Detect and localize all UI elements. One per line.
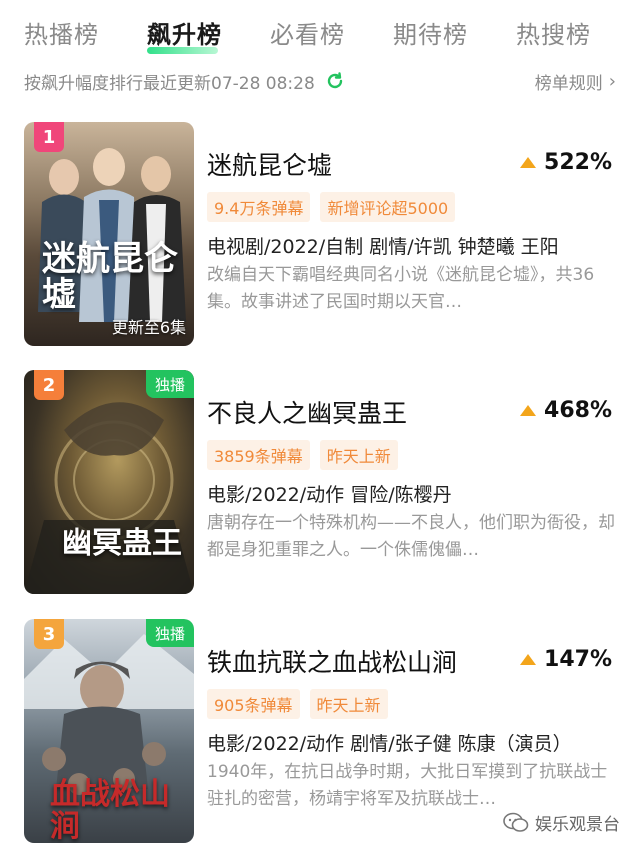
poster-title-art: 幽冥蛊王: [62, 526, 182, 561]
exclusive-badge: 独播: [146, 370, 194, 398]
watermark-text: 娱乐观景台: [535, 815, 620, 835]
update-status: 更新至6集: [111, 318, 186, 337]
item-info: 不良人之幽冥蛊王 468% 3859条弹幕 昨天上新 电影/2022/动作 冒险…: [207, 370, 616, 594]
poster-title-art: 血战松山涧: [50, 777, 170, 843]
list-item[interactable]: 迷航昆仑墟 1 更新至6集 迷航昆仑墟 522% 9.4万条弹幕 新增评论超50…: [24, 122, 616, 348]
rank-tabs: 热播榜 飙升榜 必看榜 期待榜 热搜榜: [0, 0, 640, 64]
tag: 昨天上新: [309, 689, 388, 719]
rules-label: 榜单规则: [534, 73, 603, 94]
tag: 905条弹幕: [207, 689, 300, 719]
refresh-icon[interactable]: [325, 71, 345, 91]
trend-up-icon: [520, 157, 537, 168]
poster-image[interactable]: 迷航昆仑墟 1 更新至6集: [24, 122, 194, 346]
tab-hot-play[interactable]: 热播榜: [24, 15, 99, 50]
item-meta: 电影/2022/动作 剧情/张子健 陈康（演员）: [207, 733, 572, 755]
item-info: 迷航昆仑墟 522% 9.4万条弹幕 新增评论超5000 电视剧/2022/自制…: [207, 122, 616, 346]
tab-label: 飙升榜: [147, 20, 222, 49]
tab-label: 热搜榜: [516, 20, 591, 49]
chevron-right-icon: ›: [608, 70, 616, 92]
tag-list: 9.4万条弹幕 新增评论超5000: [207, 192, 465, 222]
item-summary: 唐朝存在一个特殊机构——不良人，他们职为衙役，却都是身犯重罪之人。一个侏儒傀儡…: [207, 513, 615, 560]
tag-list: 3859条弹幕 昨天上新: [207, 440, 408, 470]
trend-value: 468%: [544, 398, 612, 423]
poster-title-art: 迷航昆仑墟: [42, 239, 178, 315]
rank-badge: 1: [34, 122, 64, 152]
ranking-subbar: 按飙升幅度排行最近更新07-28 08:28 榜单规则 ›: [24, 66, 616, 96]
trend-indicator: 468%: [520, 398, 612, 423]
trend-up-icon: [520, 654, 537, 665]
poster-image[interactable]: 幽冥蛊王 2 独播: [24, 370, 194, 594]
tab-label: 必看榜: [270, 20, 345, 49]
tag: 9.4万条弹幕: [207, 192, 311, 222]
trend-value: 147%: [544, 647, 612, 672]
wechat-icon: [503, 812, 529, 832]
trend-indicator: 147%: [520, 647, 612, 672]
item-title[interactable]: 不良人之幽冥蛊王: [207, 394, 407, 430]
trend-indicator: 522%: [520, 150, 612, 175]
tab-anticipated[interactable]: 期待榜: [393, 15, 468, 50]
ranking-rules-link[interactable]: 榜单规则 ›: [535, 69, 616, 94]
item-title[interactable]: 迷航昆仑墟: [207, 146, 332, 182]
item-summary: 改编自天下霸唱经典同名小说《迷航昆仑墟》，共36集。故事讲述了民国时期以天官…: [207, 265, 595, 312]
rank-badge: 2: [34, 370, 64, 400]
rank-badge: 3: [34, 619, 64, 649]
watermark: 娱乐观景台: [503, 810, 620, 835]
trend-value: 522%: [544, 150, 612, 175]
tab-rising[interactable]: 飙升榜: [147, 15, 222, 54]
item-title[interactable]: 铁血抗联之血战松山涧: [207, 643, 457, 679]
tab-label: 热播榜: [24, 20, 99, 49]
ranking-description: 按飙升幅度排行最近更新07-28 08:28: [24, 73, 315, 94]
tab-label: 期待榜: [393, 20, 468, 49]
exclusive-badge: 独播: [146, 619, 194, 647]
item-summary: 1940年，在抗日战争时期，大批日军摸到了抗联战士驻扎的密营，杨靖宇将军及抗联战…: [207, 762, 608, 809]
tab-hot-search[interactable]: 热搜榜: [516, 15, 591, 50]
tag: 新增评论超5000: [320, 192, 456, 222]
tag: 3859条弹幕: [207, 440, 310, 470]
tab-must-watch[interactable]: 必看榜: [270, 15, 345, 50]
list-item[interactable]: 幽冥蛊王 2 独播 不良人之幽冥蛊王 468% 3859条弹幕 昨天上新 电影/…: [24, 370, 616, 596]
tag-list: 905条弹幕 昨天上新: [207, 689, 398, 719]
item-meta: 电影/2022/动作 冒险/陈樱丹: [207, 484, 452, 506]
item-meta: 电视剧/2022/自制 剧情/许凯 钟楚曦 王阳: [207, 236, 559, 258]
poster-image[interactable]: 血战松山涧 3 独播: [24, 619, 194, 843]
trend-up-icon: [520, 405, 537, 416]
tag: 昨天上新: [319, 440, 398, 470]
